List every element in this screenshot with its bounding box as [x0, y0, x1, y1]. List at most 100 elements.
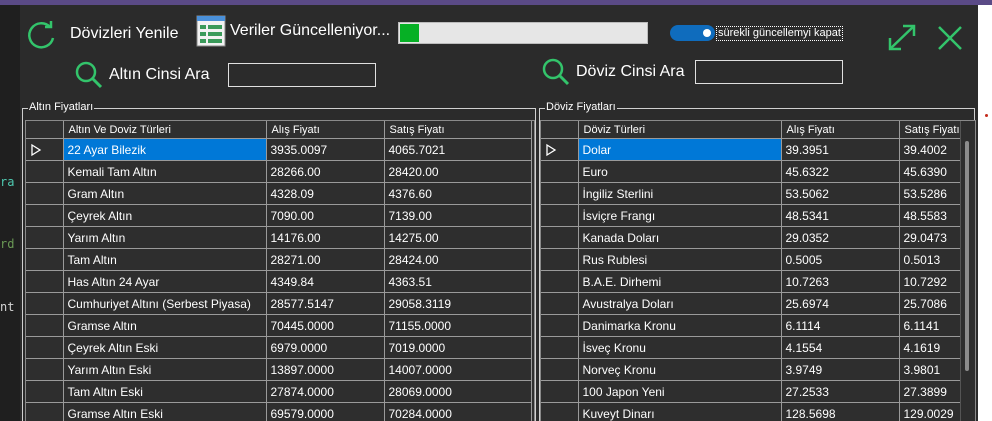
table-cell[interactable]: Cumhuriyet Altını (Serbest Piyasa): [63, 292, 267, 315]
table-cell[interactable]: İsviçre Frangı: [578, 204, 782, 227]
row-header[interactable]: [541, 402, 579, 421]
table-cell[interactable]: Norveç Kronu: [578, 358, 782, 381]
table-cell[interactable]: 4328.09: [266, 182, 385, 205]
auto-update-label[interactable]: sürekli güncellemyi kapat: [716, 26, 843, 41]
table-cell[interactable]: 3935.0097: [266, 138, 385, 161]
row-header[interactable]: [26, 336, 64, 359]
table-row[interactable]: İsveç Kronu 4.1554 4.1619: [541, 336, 970, 359]
row-header[interactable]: [541, 270, 579, 293]
table-row[interactable]: 100 Japon Yeni 27.2533 27.3899: [541, 380, 970, 403]
maximize-icon[interactable]: [886, 23, 918, 53]
table-cell[interactable]: Kuveyt Dinarı: [578, 402, 782, 421]
table-cell[interactable]: Tam Altın Eski: [63, 380, 267, 403]
table-row[interactable]: Gramse Altın 70445.0000 71155.0000: [26, 314, 532, 337]
table-cell[interactable]: 70445.0000: [266, 314, 385, 337]
table-cell[interactable]: 14007.0000: [384, 358, 532, 381]
table-cell[interactable]: 48.5341: [781, 204, 900, 227]
table-cell[interactable]: 29.0473: [899, 226, 970, 249]
table-cell[interactable]: Dolar: [578, 138, 782, 161]
table-cell[interactable]: 10.7263: [781, 270, 900, 293]
table-cell[interactable]: 28424.00: [384, 248, 532, 271]
row-header[interactable]: [541, 182, 579, 205]
row-header[interactable]: [26, 314, 64, 337]
table-cell[interactable]: 48.5583: [899, 204, 970, 227]
table-cell[interactable]: Rus Rublesi: [578, 248, 782, 271]
table-cell[interactable]: 7139.00: [384, 204, 532, 227]
table-row[interactable]: B.A.E. Dirhemi 10.7263 10.7292: [541, 270, 970, 293]
table-cell[interactable]: 4376.60: [384, 182, 532, 205]
row-header[interactable]: [26, 204, 64, 227]
row-header[interactable]: [26, 270, 64, 293]
table-cell[interactable]: Tam Altın: [63, 248, 267, 271]
row-header[interactable]: [541, 336, 579, 359]
currency-search-input[interactable]: [695, 60, 843, 84]
row-header[interactable]: [26, 138, 64, 161]
row-header[interactable]: [26, 402, 64, 421]
currency-prices-grid[interactable]: Döviz Türleri Alış Fiyatı Satış Fiyatı D…: [540, 120, 976, 421]
table-cell[interactable]: Danimarka Kronu: [578, 314, 782, 337]
table-cell[interactable]: 3.9801: [899, 358, 970, 381]
table-cell[interactable]: 4349.84: [266, 270, 385, 293]
table-row[interactable]: Tam Altın 28271.00 28424.00: [26, 248, 532, 271]
table-cell[interactable]: 6979.0000: [266, 336, 385, 359]
table-cell[interactable]: 25.6974: [781, 292, 900, 315]
currency-grid-scrollbar[interactable]: [960, 121, 975, 421]
table-cell[interactable]: Gram Altın: [63, 182, 267, 205]
table-cell[interactable]: 29058.3119: [384, 292, 532, 315]
table-cell[interactable]: 4363.51: [384, 270, 532, 293]
row-header[interactable]: [26, 226, 64, 249]
row-header[interactable]: [541, 226, 579, 249]
table-row[interactable]: Kuveyt Dinarı 128.5698 129.0029: [541, 402, 970, 421]
column-header[interactable]: Altın Ve Doviz Türleri: [63, 121, 267, 139]
table-row[interactable]: Gramse Altın Eski 69579.0000 70284.0000: [26, 402, 532, 421]
row-header[interactable]: [26, 380, 64, 403]
table-cell[interactable]: 128.5698: [781, 402, 900, 421]
table-cell[interactable]: Avustralya Doları: [578, 292, 782, 315]
table-row[interactable]: Çeyrek Altın Eski 6979.0000 7019.0000: [26, 336, 532, 359]
table-cell[interactable]: 28271.00: [266, 248, 385, 271]
row-header[interactable]: [541, 138, 579, 161]
table-cell[interactable]: 28069.0000: [384, 380, 532, 403]
table-cell[interactable]: Gramse Altın: [63, 314, 267, 337]
table-row[interactable]: Kanada Doları 29.0352 29.0473: [541, 226, 970, 249]
column-header[interactable]: Alış Fiyatı: [266, 121, 385, 139]
table-row[interactable]: Avustralya Doları 25.6974 25.7086: [541, 292, 970, 315]
table-cell[interactable]: 27874.0000: [266, 380, 385, 403]
row-header[interactable]: [541, 358, 579, 381]
row-header[interactable]: [26, 182, 64, 205]
gold-search-input[interactable]: [228, 63, 376, 87]
close-icon[interactable]: [937, 25, 963, 51]
table-cell[interactable]: 10.7292: [899, 270, 970, 293]
table-row[interactable]: Norveç Kronu 3.9749 3.9801: [541, 358, 970, 381]
table-cell[interactable]: 25.7086: [899, 292, 970, 315]
table-row[interactable]: Cumhuriyet Altını (Serbest Piyasa) 28577.…: [26, 292, 532, 315]
table-cell[interactable]: Kemali Tam Altın: [63, 160, 267, 183]
table-row[interactable]: Yarım Altın 14176.00 14275.00: [26, 226, 532, 249]
table-cell[interactable]: B.A.E. Dirhemi: [578, 270, 782, 293]
table-cell[interactable]: 13897.0000: [266, 358, 385, 381]
table-cell[interactable]: 14176.00: [266, 226, 385, 249]
table-cell[interactable]: 0.5013: [899, 248, 970, 271]
table-cell[interactable]: 100 Japon Yeni: [578, 380, 782, 403]
column-header[interactable]: Döviz Türleri: [578, 121, 782, 139]
column-header[interactable]: Alış Fiyatı: [781, 121, 900, 139]
table-row[interactable]: İngiliz Sterlini 53.5062 53.5286: [541, 182, 970, 205]
table-cell[interactable]: 6.1141: [899, 314, 970, 337]
table-cell[interactable]: 29.0352: [781, 226, 900, 249]
table-cell[interactable]: 53.5286: [899, 182, 970, 205]
table-cell[interactable]: Has Altın 24 Ayar: [63, 270, 267, 293]
table-cell[interactable]: 39.3951: [781, 138, 900, 161]
table-cell[interactable]: 28577.5147: [266, 292, 385, 315]
table-cell[interactable]: 4.1619: [899, 336, 970, 359]
row-header[interactable]: [541, 380, 579, 403]
table-row[interactable]: Çeyrek Altın 7090.00 7139.00: [26, 204, 532, 227]
table-cell[interactable]: 7019.0000: [384, 336, 532, 359]
table-row[interactable]: Gram Altın 4328.09 4376.60: [26, 182, 532, 205]
table-cell[interactable]: 129.0029: [899, 402, 970, 421]
table-cell[interactable]: Yarım Altın Eski: [63, 358, 267, 381]
table-cell[interactable]: 69579.0000: [266, 402, 385, 421]
table-cell[interactable]: 39.4002: [899, 138, 970, 161]
table-cell[interactable]: 4065.7021: [384, 138, 532, 161]
row-header[interactable]: [26, 292, 64, 315]
table-cell[interactable]: Çeyrek Altın Eski: [63, 336, 267, 359]
